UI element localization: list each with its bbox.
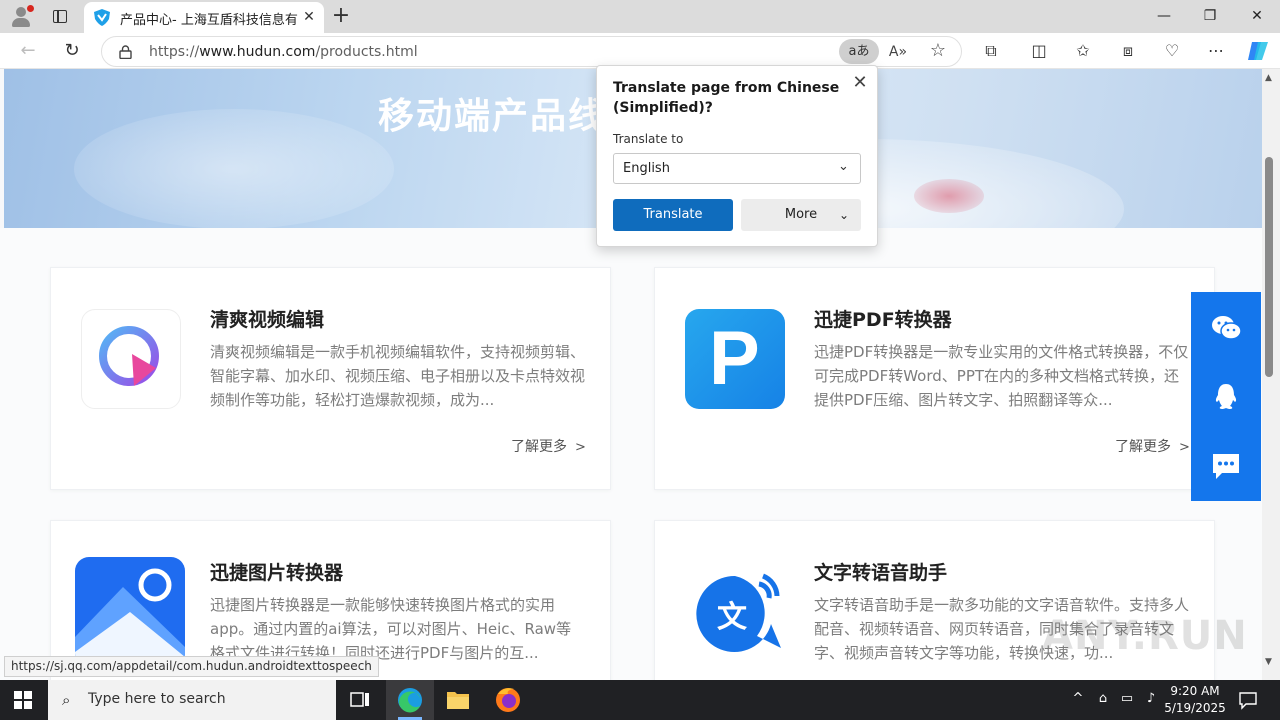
tab-actions-icon[interactable] [48,6,72,28]
learn-more-link[interactable]: 了解更多 > [1115,436,1190,456]
hudun-favicon-icon [94,9,110,26]
collections-icon[interactable]: ⧈ [1117,40,1139,62]
product-description: 迅捷PDF转换器是一款专业实用的文件格式转换器，不仅可完成PDF转Word、PP… [814,343,1189,409]
taskbar-search-box[interactable]: ⌕ Type here to search [48,680,336,720]
minimize-button[interactable]: — [1141,4,1187,28]
windows-start-icon[interactable] [14,691,32,709]
product-card[interactable]: P 迅捷PDF转换器 迅捷PDF转换器是一款专业实用的文件格式转换器，不仅可完成… [654,267,1215,490]
browser-tab[interactable]: 产品中心- 上海互盾科技信息有限 ✕ [84,2,324,33]
translate-button[interactable]: Translate [613,199,733,231]
volume-icon[interactable]: ♪ [1142,691,1160,706]
image-converter-logo-icon [75,557,185,667]
back-arrow-icon[interactable]: ← [16,39,40,63]
windows-taskbar: ⌕ Type here to search ^ ⌂ ▭ ♪ 9:20 AM 5/… [0,680,1280,720]
translate-to-label: Translate to [613,132,684,146]
address-bar[interactable]: https://www.hudun.com/products.html aあ A… [101,36,962,67]
video-editor-logo-icon [81,309,181,409]
browser-essentials-icon[interactable]: ♡ [1161,40,1183,62]
product-name[interactable]: 迅捷PDF转换器 [814,305,952,332]
taskbar-clock[interactable]: 9:20 AM 5/19/2025 [1160,683,1230,717]
search-icon: ⌕ [62,691,71,709]
extensions-icon[interactable]: ⧉ [980,40,1002,62]
url-text[interactable]: https://www.hudun.com/products.html [149,44,418,60]
translate-popup: Translate page from Chinese (Simplified)… [596,65,878,247]
product-card[interactable]: 清爽视频编辑 清爽视频编辑是一款手机视频编辑软件，支持视频剪辑、智能字幕、加水印… [50,267,611,490]
copilot-icon[interactable] [1246,40,1270,62]
translate-popup-title: Translate page from Chinese (Simplified)… [613,80,840,116]
speech-logo-char: 文 [717,600,747,635]
notifications-icon[interactable] [1238,690,1258,710]
lock-icon[interactable] [119,45,132,59]
scroll-up-arrow-icon[interactable]: ▲ [1265,73,1272,83]
maximize-button[interactable]: ❐ [1187,4,1233,28]
pdf-converter-logo-icon: P [685,309,785,409]
watermark: ANY.RUN [1042,613,1248,659]
firefox-icon[interactable] [484,680,532,720]
edge-taskbar-icon[interactable] [386,680,434,720]
file-explorer-icon[interactable] [434,680,482,720]
search-placeholder: Type here to search [88,691,226,707]
more-button[interactable]: More ⌄ [741,199,861,231]
tab-title: 产品中心- 上海互盾科技信息有限 [120,13,298,28]
tray-chevron-up-icon[interactable]: ^ [1070,691,1086,706]
translate-page-icon[interactable]: aあ [839,39,879,64]
profile-avatar-icon[interactable] [8,4,34,30]
read-aloud-icon[interactable]: A» [888,42,908,62]
scroll-down-arrow-icon[interactable]: ▼ [1265,657,1272,667]
product-name[interactable]: 清爽视频编辑 [210,305,324,332]
more-menu-icon[interactable]: ⋯ [1205,40,1227,62]
scrollbar-thumb[interactable] [1265,157,1273,377]
pdf-logo-letter: P [709,316,760,401]
text-to-speech-logo-icon: 文 [685,562,785,662]
network-device-icon[interactable]: ⌂ [1094,691,1112,706]
chevron-right-icon: > [1179,440,1190,455]
banner-title: 移动端产品线 [378,96,607,137]
clock-time: 9:20 AM [1170,684,1220,698]
target-language-select[interactable]: English ⌄ [613,153,861,184]
network-icon[interactable]: ▭ [1118,691,1136,706]
product-name[interactable]: 迅捷图片转换器 [210,558,343,585]
product-description: 迅捷图片转换器是一款能够快速转换图片格式的实用app。通过内置的ai算法，可以对… [210,596,572,662]
split-screen-icon[interactable]: ◫ [1028,40,1050,62]
close-icon[interactable]: ✕ [849,72,871,94]
chevron-down-icon: ⌄ [838,159,849,174]
status-bar-url: https://sj.qq.com/appdetail/com.hudun.an… [4,656,379,677]
chevron-down-icon: ⌄ [839,208,850,222]
favorite-star-icon[interactable]: ☆ [928,41,948,61]
learn-more-link[interactable]: 了解更多 > [511,436,586,456]
vertical-scrollbar[interactable]: ▲ ▼ [1262,69,1280,680]
selected-language: English [623,161,670,176]
product-name[interactable]: 文字转语音助手 [814,558,947,585]
tab-strip: 产品中心- 上海互盾科技信息有限 ✕ + — ❐ ✕ [0,0,1280,33]
product-description: 清爽视频编辑是一款手机视频编辑软件，支持视频剪辑、智能字幕、加水印、视频压缩、电… [210,343,586,409]
close-window-button[interactable]: ✕ [1234,4,1280,28]
message-icon[interactable] [1210,450,1242,482]
task-view-icon[interactable] [336,680,384,720]
clock-date: 5/19/2025 [1164,701,1226,715]
refresh-icon[interactable]: ↻ [60,39,84,63]
favorites-icon[interactable]: ✩ [1072,40,1094,62]
wechat-icon[interactable] [1210,312,1242,344]
chevron-right-icon: > [575,440,586,455]
qq-icon[interactable] [1210,381,1242,413]
contact-sidebar [1191,292,1261,501]
new-tab-button[interactable]: + [330,5,352,28]
tab-close-icon[interactable]: ✕ [301,9,317,25]
